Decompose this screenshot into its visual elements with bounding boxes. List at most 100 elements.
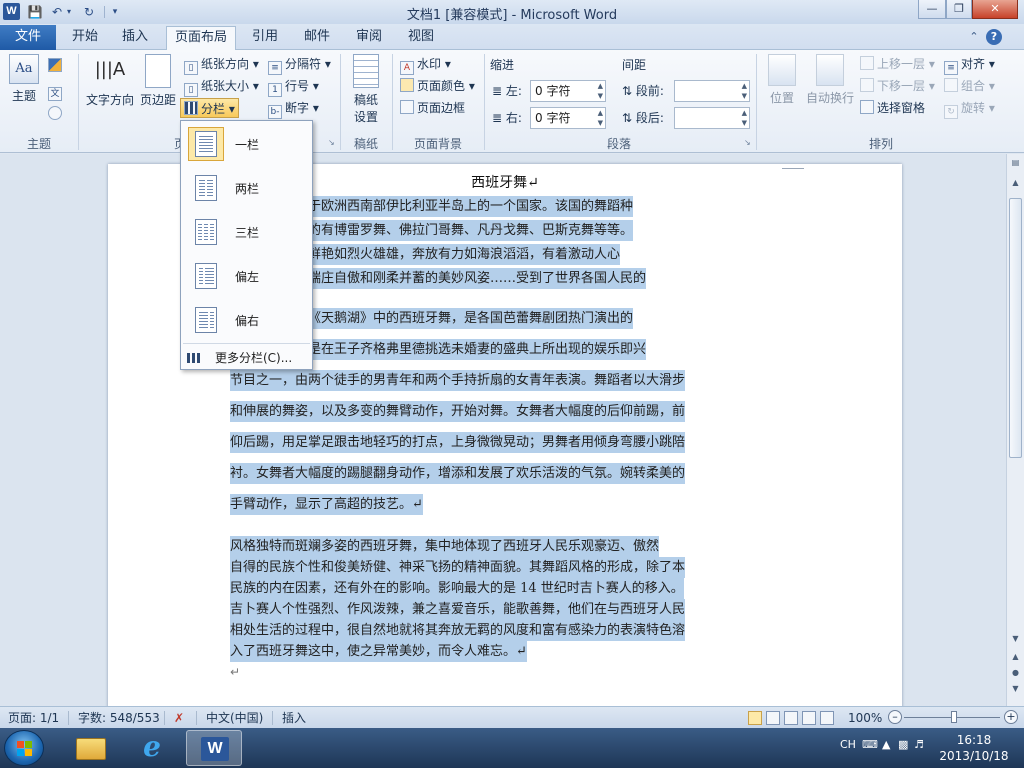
- print-layout-view-icon[interactable]: [748, 711, 762, 725]
- document-line[interactable]: 节目之一，由两个徒手的男青年和两个手持折扇的女青年表演。舞蹈者以大滑步: [230, 370, 686, 391]
- spin-arrows-icon[interactable]: ▲ ▼: [598, 108, 603, 128]
- columns-one-item[interactable]: 一栏: [183, 123, 310, 165]
- system-clock[interactable]: 16:18 2013/10/18: [936, 732, 1012, 764]
- document-area[interactable]: 西班牙舞↵ 西班牙，是位于欧洲西南部伊比利亚半岛上的一个国家。该国的舞蹈种 类繁多…: [0, 154, 1006, 706]
- line-numbers-button[interactable]: 1 行号 ▾: [268, 76, 319, 97]
- previous-page-icon[interactable]: ▲: [1009, 650, 1022, 664]
- send-backward-icon: [860, 78, 874, 92]
- spin-arrows-icon[interactable]: ▲ ▼: [742, 108, 747, 128]
- columns-label: 分栏: [201, 102, 226, 116]
- keyboard-icon[interactable]: ⌨: [862, 738, 878, 751]
- tab-view[interactable]: 视图: [398, 26, 444, 50]
- document-line[interactable]: 吉卜赛人个性强烈、作风泼辣，兼之喜爱音乐，能歌善舞，他们在与西班牙人民: [230, 599, 686, 620]
- tray-expand-icon[interactable]: ▲: [882, 738, 890, 751]
- document-line[interactable]: 仰后踢，用足掌足跟击地轻巧的打点，上身微微晃动；男舞者用倾身弯腰小跳陪: [230, 432, 686, 453]
- draft-view-icon[interactable]: [820, 711, 834, 725]
- document-line[interactable]: 衬。女舞者大幅度的踢腿翻身动作，增添和发展了欢乐活泼的气氛。婉转柔美的: [230, 463, 686, 484]
- insert-mode-indicator[interactable]: 插入: [282, 708, 306, 728]
- page-setup-launcher-icon[interactable]: ↘: [328, 138, 337, 147]
- theme-colors-button[interactable]: [48, 56, 65, 76]
- document-line[interactable]: 风格独特而斑斓多姿的西班牙舞，集中地体现了西班牙人民乐观豪迈、傲然: [230, 536, 660, 557]
- tab-page-layout[interactable]: 页面布局: [166, 26, 236, 51]
- explorer-icon[interactable]: [62, 730, 118, 766]
- zoom-in-icon[interactable]: +: [1004, 710, 1018, 724]
- zoom-level[interactable]: 100%: [848, 708, 882, 728]
- more-columns-item[interactable]: 更多分栏(C)...: [185, 348, 310, 368]
- network-icon[interactable]: ▩: [898, 738, 908, 751]
- spin-arrows-icon[interactable]: ▲ ▼: [598, 81, 603, 101]
- ime-indicator[interactable]: CH: [840, 738, 856, 751]
- minimize-ribbon-icon[interactable]: ⌃: [966, 29, 982, 45]
- text-direction-button[interactable]: |||A 文字方向: [84, 54, 136, 108]
- document-line[interactable]: 民族的内在因素，还有外在的影响。影响最大的是 14 世纪时吉卜赛人的移入。: [230, 578, 684, 599]
- size-button[interactable]: ▯ 纸张大小 ▾: [184, 76, 259, 97]
- manuscript-button[interactable]: 稿纸 设置: [346, 54, 386, 125]
- minimize-button[interactable]: —: [918, 0, 946, 19]
- ie-icon[interactable]: e: [124, 730, 180, 766]
- document-line[interactable]: 入了西班牙舞这中，使之异常美妙，而令人难忘。↵: [230, 641, 527, 662]
- margins-button[interactable]: 页边距: [138, 54, 178, 108]
- word-icon[interactable]: W: [186, 730, 242, 766]
- selection-pane-button[interactable]: 选择窗格: [860, 98, 925, 118]
- close-button[interactable]: ✕: [972, 0, 1018, 19]
- indent-left-input[interactable]: 0 字符 ▲ ▼: [530, 80, 606, 102]
- columns-three-item[interactable]: 三栏: [183, 211, 310, 253]
- spin-arrows-icon[interactable]: ▲ ▼: [742, 81, 747, 101]
- scroll-down-icon[interactable]: ▼: [1009, 632, 1022, 646]
- page-count[interactable]: 页面: 1/1: [8, 708, 59, 728]
- restore-button[interactable]: ❐: [946, 0, 972, 19]
- indent-right-input[interactable]: 0 字符 ▲ ▼: [530, 107, 606, 129]
- web-layout-icon[interactable]: [784, 711, 798, 725]
- position-button[interactable]: 位置: [762, 54, 802, 106]
- group-button[interactable]: 组合 ▾: [944, 76, 995, 96]
- send-backward-button[interactable]: 下移一层 ▾: [860, 76, 935, 96]
- columns-left-item[interactable]: 偏左: [183, 255, 310, 297]
- bring-forward-button[interactable]: 上移一层 ▾: [860, 54, 935, 74]
- hyphenation-button[interactable]: b- 断字 ▾: [268, 98, 319, 119]
- full-screen-reading-icon[interactable]: [766, 711, 780, 725]
- orientation-button[interactable]: ▯ 纸张方向 ▾: [184, 54, 259, 75]
- wrap-text-button[interactable]: 自动换行: [804, 54, 856, 106]
- columns-two-item[interactable]: 两栏: [183, 167, 310, 209]
- breaks-button[interactable]: ≡ 分隔符 ▾: [268, 54, 331, 75]
- outline-view-icon[interactable]: [802, 711, 816, 725]
- browse-object-icon[interactable]: ●: [1009, 666, 1022, 680]
- document-line[interactable]: 自得的民族个性和俊美矫健、神采飞扬的精神面貌。其舞蹈风格的形成，除了本: [230, 557, 686, 578]
- vertical-scrollbar[interactable]: ▤ ▲ ▼ ▲ ● ▼: [1006, 154, 1024, 706]
- word-count[interactable]: 字数: 548/553: [78, 708, 160, 728]
- zoom-out-icon[interactable]: –: [888, 710, 902, 724]
- tab-file[interactable]: 文件: [0, 25, 56, 50]
- help-icon[interactable]: ?: [986, 29, 1002, 45]
- themes-button[interactable]: Aa 主题: [6, 54, 42, 104]
- page-color-button[interactable]: 页面颜色 ▾: [400, 76, 475, 96]
- columns-button[interactable]: 分栏 ▾: [180, 98, 239, 118]
- ruler-toggle-icon[interactable]: ▤: [1009, 156, 1022, 170]
- group-icon: [944, 78, 958, 92]
- scroll-thumb[interactable]: [1009, 198, 1022, 458]
- tab-references[interactable]: 引用: [242, 26, 288, 50]
- page-border-button[interactable]: 页面边框: [400, 98, 465, 118]
- theme-fonts-button[interactable]: 文: [48, 80, 65, 101]
- proofing-icon[interactable]: ✗: [174, 708, 184, 728]
- tab-review[interactable]: 审阅: [346, 26, 392, 50]
- columns-right-item[interactable]: 偏右: [183, 299, 310, 341]
- zoom-slider-thumb[interactable]: [951, 711, 957, 723]
- tab-mailings[interactable]: 邮件: [294, 26, 340, 50]
- scroll-up-icon[interactable]: ▲: [1009, 176, 1022, 190]
- document-line[interactable]: 和伸展的舞姿，以及多变的舞臂动作，开始对舞。女舞者大幅度的后仰前踢，前: [230, 401, 686, 422]
- theme-effects-button[interactable]: [48, 104, 65, 124]
- tab-insert[interactable]: 插入: [112, 26, 158, 50]
- next-page-icon[interactable]: ▼: [1009, 682, 1022, 696]
- watermark-button[interactable]: A 水印 ▾: [400, 54, 451, 75]
- tab-home[interactable]: 开始: [62, 26, 108, 50]
- paragraph-launcher-icon[interactable]: ↘: [744, 138, 753, 147]
- start-button[interactable]: [4, 730, 44, 766]
- document-line[interactable]: 相处生活的过程中，很自然地就将其奔放无羁的风度和富有感染力的表演特色溶: [230, 620, 686, 641]
- document-line[interactable]: 手臂动作，显示了高超的技艺。↵: [230, 494, 423, 515]
- rotate-button[interactable]: ↻ 旋转 ▾: [944, 98, 995, 119]
- spacing-before-input[interactable]: ▲ ▼: [674, 80, 750, 102]
- spacing-after-input[interactable]: ▲ ▼: [674, 107, 750, 129]
- language-indicator[interactable]: 中文(中国): [206, 708, 263, 728]
- volume-icon[interactable]: ♬: [914, 738, 924, 751]
- align-button[interactable]: ≡ 对齐 ▾: [944, 54, 995, 75]
